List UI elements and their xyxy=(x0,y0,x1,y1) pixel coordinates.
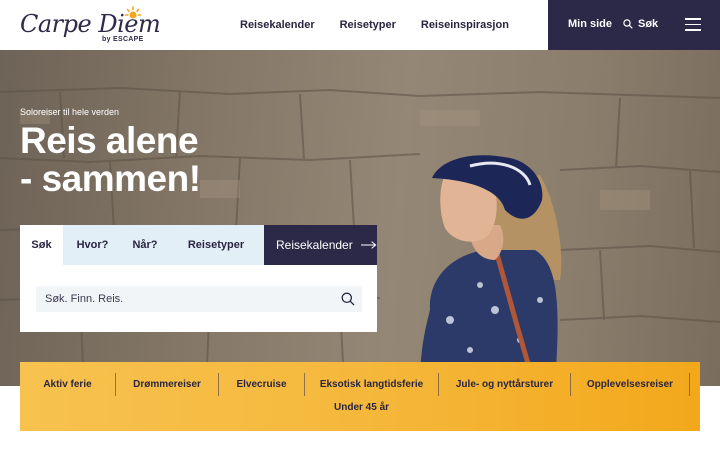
trip-search-box: Søk Hvor? Når? Reisetyper Reisekalender xyxy=(20,225,377,332)
carpe-diem-logo[interactable]: Carpe Diem by ESCAPE xyxy=(20,6,161,46)
logo-byline: by ESCAPE xyxy=(102,36,144,43)
min-side-link[interactable]: Min side xyxy=(568,18,612,30)
category-divider xyxy=(115,373,116,396)
tab-nar[interactable]: Når? xyxy=(122,225,168,265)
search-icon[interactable] xyxy=(341,292,355,306)
hero-photo xyxy=(0,86,720,386)
arrow-right-icon xyxy=(360,241,377,249)
header-search-label: Søk xyxy=(638,18,659,30)
nav-reisetyper[interactable]: Reisetyper xyxy=(340,19,396,31)
search-tabs: Søk Hvor? Når? Reisetyper Reisekalender xyxy=(20,225,377,265)
search-field[interactable] xyxy=(36,286,362,312)
hero-headline: Reis alene - sammen! xyxy=(20,122,201,198)
search-icon xyxy=(623,19,633,29)
header-search-button[interactable]: Søk xyxy=(623,18,658,30)
category-divider xyxy=(304,373,305,396)
tab-reisetyper[interactable]: Reisetyper xyxy=(168,225,264,265)
category-jule-og-nyttarsturer[interactable]: Jule- og nyttårsturer xyxy=(439,373,570,396)
category-divider xyxy=(218,373,219,396)
search-input[interactable] xyxy=(36,286,326,312)
category-divider xyxy=(570,373,571,396)
reisekalender-button[interactable]: Reisekalender xyxy=(264,225,377,265)
category-aktiv-ferie[interactable]: Aktiv ferie xyxy=(20,373,115,396)
category-drommereiser[interactable]: Drømmereiser xyxy=(116,373,218,396)
tab-hvor[interactable]: Hvor? xyxy=(63,225,122,265)
headline-line-2: - sammen! xyxy=(20,158,201,199)
hero-banner: Soloreiser til hele verden Reis alene - … xyxy=(0,50,720,386)
category-eksotisk-langtidsferie[interactable]: Eksotisk langtidsferie xyxy=(305,373,438,396)
nav-reisekalender[interactable]: Reisekalender xyxy=(240,19,315,31)
site-header: Carpe Diem by ESCAPE Reisekalender Reise… xyxy=(0,0,720,50)
hero-kicker: Soloreiser til hele verden xyxy=(20,107,120,117)
main-nav: Reisekalender Reisetyper Reiseinspirasjo… xyxy=(240,0,534,50)
nav-reiseinspirasjon[interactable]: Reiseinspirasjon xyxy=(421,19,509,31)
category-under-45[interactable]: Under 45 år xyxy=(334,402,389,413)
category-elvecruise[interactable]: Elvecruise xyxy=(219,373,304,396)
category-opplevelsesreiser[interactable]: Opplevelsesreiser xyxy=(571,373,689,396)
header-actions: Min side Søk xyxy=(548,0,720,50)
hamburger-icon[interactable] xyxy=(685,18,701,31)
tab-sok[interactable]: Søk xyxy=(20,225,63,265)
reisekalender-label: Reisekalender xyxy=(276,238,353,252)
headline-line-1: Reis alene xyxy=(20,120,199,161)
sun-icon xyxy=(124,6,141,19)
category-row-1: Aktiv ferie Drømmereiser Elvecruise Ekso… xyxy=(20,373,690,396)
category-divider xyxy=(438,373,439,396)
category-divider xyxy=(689,373,690,396)
category-bar: Aktiv ferie Drømmereiser Elvecruise Ekso… xyxy=(20,362,700,431)
